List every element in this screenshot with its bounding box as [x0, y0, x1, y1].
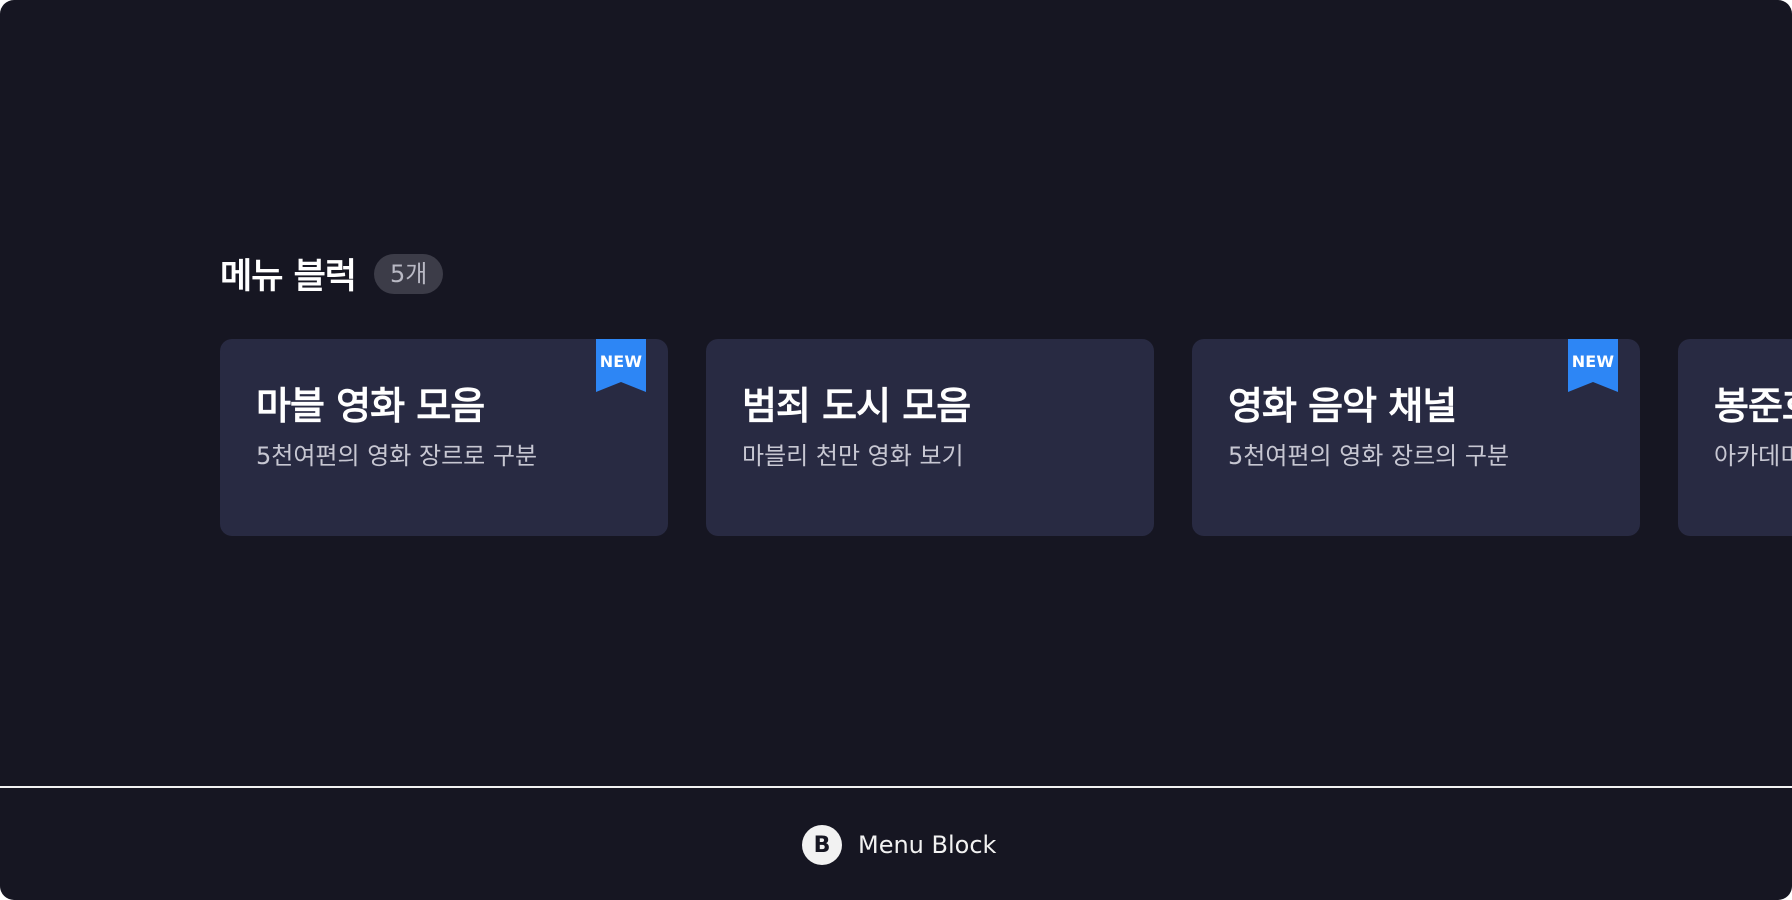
new-badge-label: NEW [1571, 352, 1615, 371]
card-title: 범죄 도시 모음 [742, 384, 971, 428]
card-title: 마블 영화 모음 [256, 384, 485, 428]
new-ribbon-icon: NEW [596, 339, 646, 394]
app-frame: 메뉴 블럭 5개 마블 영화 모음 5천여편의 영화 장르로 구분 NEW 범죄… [0, 0, 1792, 900]
new-badge-label: NEW [599, 352, 643, 371]
footer-label: Menu Block [858, 831, 997, 859]
menu-card-crime-city[interactable]: 범죄 도시 모음 마블리 천만 영화 보기 [706, 339, 1154, 536]
card-title: 봉준호 [1714, 384, 1792, 428]
card-subtitle: 5천여편의 영화 장르로 구분 [256, 442, 538, 470]
card-subtitle: 마블리 천만 영화 보기 [742, 442, 964, 470]
card-subtitle: 아카데미 [1714, 442, 1792, 470]
card-subtitle: 5천여편의 영화 장르의 구분 [1228, 442, 1510, 470]
card-title: 영화 음악 채널 [1228, 384, 1457, 428]
footer-caption: B Menu Block [802, 824, 996, 866]
menu-card-marvel[interactable]: 마블 영화 모음 5천여편의 영화 장르로 구분 NEW [220, 339, 668, 536]
section-title: 메뉴 블럭 [220, 257, 357, 297]
menu-card-bong-joon-ho[interactable]: 봉준호 아카데미 [1678, 339, 1792, 536]
menu-card-list: 마블 영화 모음 5천여편의 영화 장르로 구분 NEW 범죄 도시 모음 마블… [220, 339, 1792, 536]
section-header: 메뉴 블럭 5개 [220, 248, 444, 299]
block-letter-icon: B [802, 825, 842, 865]
count-badge: 5개 [374, 253, 444, 294]
footer-divider [0, 786, 1792, 788]
new-ribbon-icon: NEW [1568, 339, 1618, 394]
menu-card-movie-music[interactable]: 영화 음악 채널 5천여편의 영화 장르의 구분 NEW [1192, 339, 1640, 536]
